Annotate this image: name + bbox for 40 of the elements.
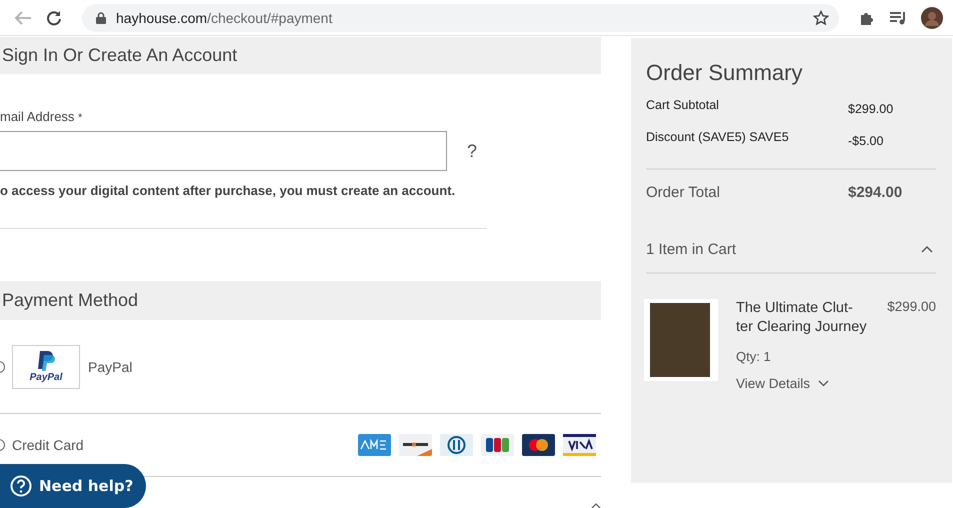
need-help-button[interactable]: Need help? (0, 464, 146, 508)
card-logo-icon (399, 434, 432, 456)
field-label: mail Address * (0, 109, 84, 124)
product-name: The Ultimate Clut-ter Clearing Journey (736, 299, 868, 337)
summary-label: Discount (SAVE5) SAVE5 (646, 130, 790, 146)
summary-value: $299.00 (848, 102, 894, 116)
card-logo-icon (481, 434, 514, 456)
cart-count: 1 Item in Cart (646, 241, 736, 258)
section-title: Payment Method (2, 290, 138, 311)
url-text: hayhouse.com/checkout/#payment (116, 10, 334, 26)
question-icon (10, 475, 32, 497)
caret-icon[interactable] (591, 503, 601, 508)
method-label: Credit Card (12, 437, 84, 453)
card-logo-icon (522, 434, 555, 456)
section-title: Sign In Or Create An Account (2, 45, 238, 66)
lock-icon (96, 12, 106, 24)
caret-icon[interactable] (921, 246, 933, 253)
card-logo-icon (440, 434, 473, 456)
card-logo-icon (358, 434, 391, 456)
address-bar[interactable]: hayhouse.com/checkout/#payment (82, 4, 839, 32)
help-mark[interactable]: ? (467, 140, 478, 162)
total-label: Order Total (646, 184, 721, 201)
total-value: $294.00 (848, 184, 902, 201)
chevron-down-icon[interactable] (818, 380, 830, 387)
p-mark-icon (36, 350, 56, 372)
summary-value: -$5.00 (848, 134, 884, 148)
avatar-icon[interactable] (921, 6, 943, 28)
summary-title: Order Summary (646, 60, 804, 86)
method-label: PayPal (88, 358, 132, 374)
account-note: o access your digital content after purchase, you must create an account. (0, 183, 456, 198)
product-price: $299.00 (887, 299, 936, 316)
star-icon[interactable] (813, 10, 829, 26)
card-logo-icon (563, 434, 596, 456)
playlist-icon[interactable] (889, 10, 907, 24)
reload-icon[interactable] (46, 10, 62, 26)
summary-label: Cart Subtotal (646, 98, 720, 114)
email-input-field[interactable] (0, 131, 447, 171)
logo-text: PayPal (30, 372, 62, 383)
quantity-text: Qty: 1 (736, 349, 772, 364)
view-details-link[interactable]: View Details (736, 376, 810, 391)
